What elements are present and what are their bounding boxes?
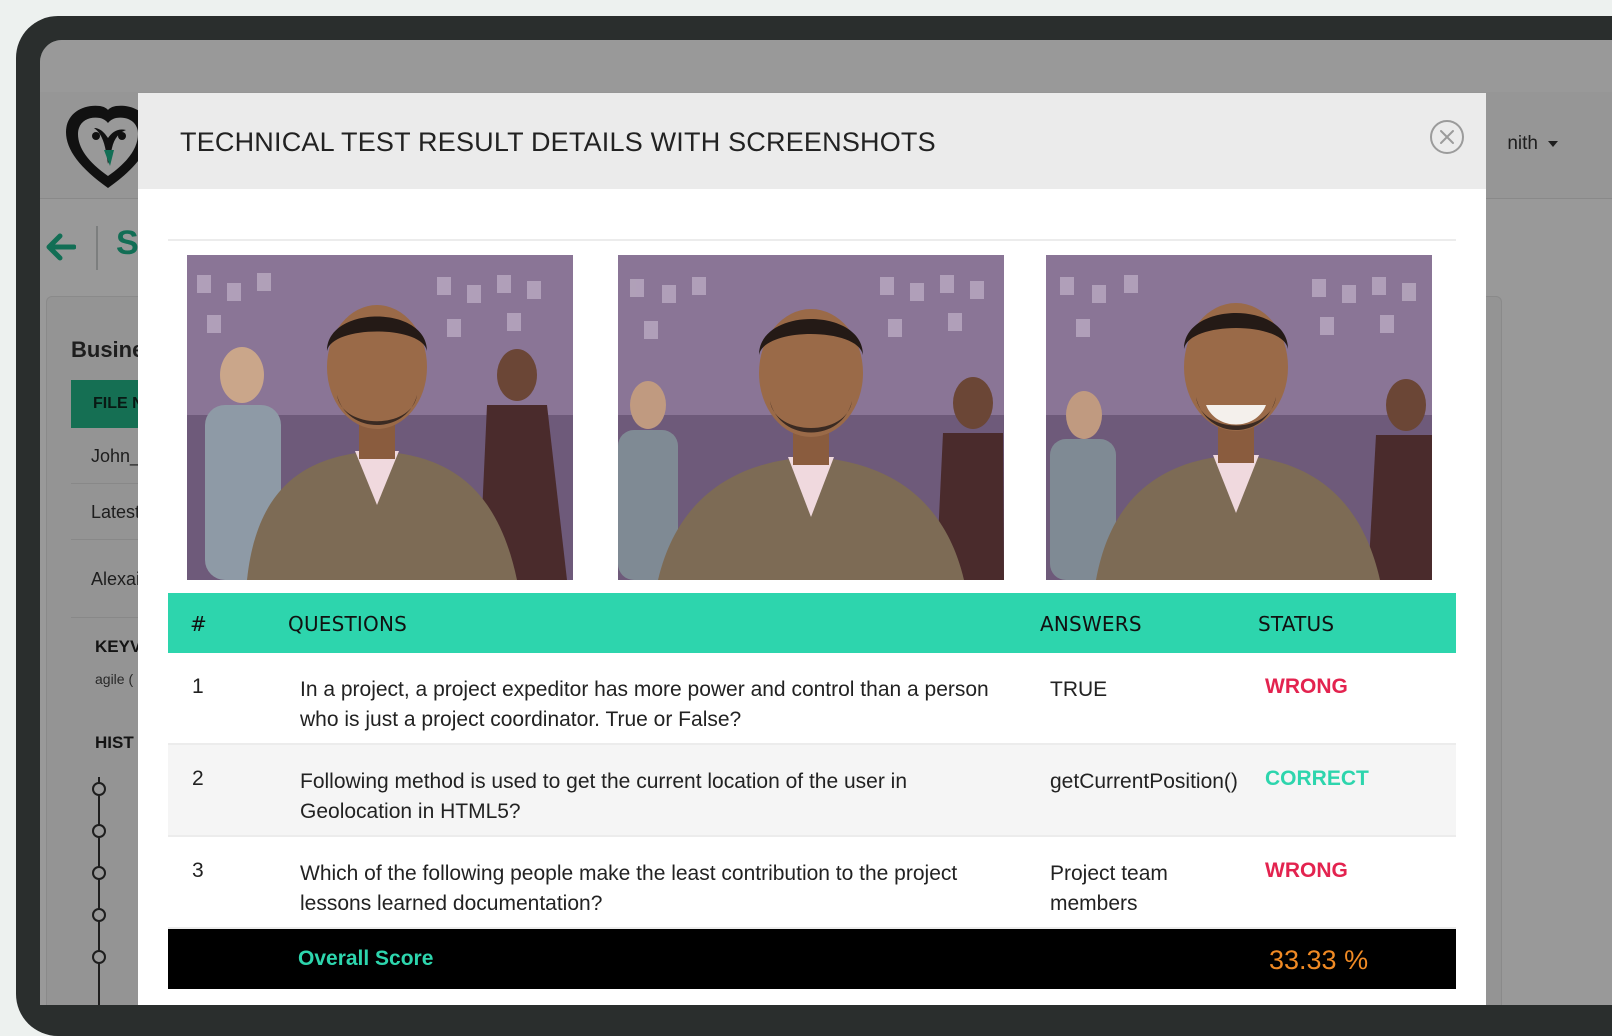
result-modal: TECHNICAL TEST RESULT DETAILS WITH SCREE… bbox=[138, 93, 1486, 1005]
table-header: # QUESTIONS ANSWERS STATUS bbox=[168, 593, 1456, 653]
table-footer: Overall Score 33.33 % bbox=[168, 929, 1456, 989]
row-status: WRONG bbox=[1265, 675, 1348, 698]
screenshot-image bbox=[1046, 255, 1432, 580]
row-answer: getCurrentPosition() bbox=[1050, 770, 1238, 793]
row-number: 3 bbox=[192, 859, 204, 882]
modal-divider bbox=[168, 239, 1456, 241]
screenshot-2[interactable] bbox=[618, 255, 1004, 580]
app-screen: nith S Busine FILE N John_ Latest Alexai… bbox=[40, 40, 1612, 1005]
row-question: Which of the following people make the l… bbox=[300, 862, 958, 915]
modal-header: TECHNICAL TEST RESULT DETAILS WITH SCREE… bbox=[138, 93, 1486, 189]
overall-score-value: 33.33 % bbox=[1269, 945, 1369, 975]
row-status: CORRECT bbox=[1265, 767, 1369, 790]
row-question: Following method is used to get the curr… bbox=[300, 770, 908, 823]
close-icon[interactable] bbox=[1429, 119, 1465, 155]
header-answers: ANSWERS bbox=[1040, 612, 1142, 636]
row-answer: Project team members bbox=[1050, 862, 1168, 915]
screenshot-image bbox=[187, 255, 573, 580]
header-questions: QUESTIONS bbox=[288, 612, 408, 636]
overall-score-label: Overall Score bbox=[298, 947, 434, 970]
result-table: # QUESTIONS ANSWERS STATUS 1 In a projec… bbox=[168, 593, 1456, 989]
screenshot-3[interactable] bbox=[1046, 255, 1432, 580]
row-number: 2 bbox=[192, 767, 204, 790]
row-answer: TRUE bbox=[1050, 678, 1108, 701]
header-status: STATUS bbox=[1258, 612, 1335, 636]
table-row: 2 Following method is used to get the cu… bbox=[168, 745, 1456, 837]
header-num: # bbox=[190, 612, 207, 636]
modal-title: TECHNICAL TEST RESULT DETAILS WITH SCREE… bbox=[180, 127, 936, 157]
row-question: In a project, a project expeditor has mo… bbox=[300, 678, 989, 731]
device-frame: nith S Busine FILE N John_ Latest Alexai… bbox=[16, 16, 1612, 1036]
row-number: 1 bbox=[192, 675, 204, 698]
row-status: WRONG bbox=[1265, 859, 1348, 882]
table-row: 1 In a project, a project expeditor has … bbox=[168, 653, 1456, 745]
table-row: 3 Which of the following people make the… bbox=[168, 837, 1456, 929]
screenshot-1[interactable] bbox=[187, 255, 573, 580]
screenshot-image bbox=[618, 255, 1004, 580]
